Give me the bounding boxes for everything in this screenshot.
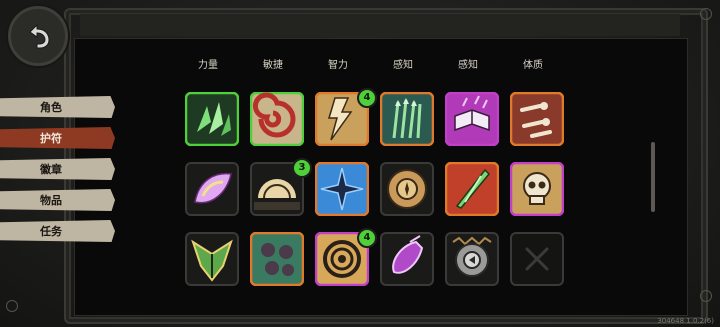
column-header-perception: 感知 bbox=[393, 60, 413, 71]
charm-slot[interactable] bbox=[315, 162, 369, 216]
column-header-strength: 力量 bbox=[198, 60, 218, 71]
magic-book-icon bbox=[445, 92, 499, 146]
version-label: 304648 1.0.2(6) bbox=[657, 317, 714, 325]
level-badge: 4 bbox=[357, 88, 377, 108]
side-menu-item-label: 任务 bbox=[40, 225, 62, 238]
back-button[interactable] bbox=[8, 6, 68, 66]
column-headers: 力量 敏捷 智力 感知 感知 体质 bbox=[176, 56, 576, 72]
charm-slot[interactable] bbox=[510, 92, 564, 146]
green-skulls-pattern-icon bbox=[250, 232, 304, 286]
charm-slot[interactable] bbox=[250, 92, 304, 146]
charm-slot[interactable] bbox=[445, 162, 499, 216]
skull-icon bbox=[510, 162, 564, 216]
column-header-perception-2: 感知 bbox=[458, 60, 478, 71]
column-header-agility: 敏捷 bbox=[263, 60, 283, 71]
corner-ornament bbox=[700, 290, 712, 302]
side-menu: 角色 护符 徽章 物品 任务 bbox=[0, 96, 120, 251]
green-crystal-shards-icon bbox=[185, 92, 239, 146]
level-badge: 3 bbox=[292, 158, 312, 178]
top-band bbox=[80, 14, 680, 36]
charm-slot[interactable] bbox=[380, 232, 434, 286]
green-blade-icon bbox=[445, 162, 499, 216]
charm-slot[interactable] bbox=[185, 232, 239, 286]
side-menu-item-items[interactable]: 物品 bbox=[0, 189, 115, 211]
side-menu-item-label: 物品 bbox=[40, 194, 62, 207]
side-menu-item-charm[interactable]: 护符 bbox=[0, 127, 115, 149]
column-header-intelligence: 智力 bbox=[328, 60, 348, 71]
side-menu-item-label: 护符 bbox=[40, 132, 62, 145]
purple-potion-icon bbox=[380, 232, 434, 286]
back-arrow-icon bbox=[29, 23, 50, 49]
golden-compass-icon bbox=[380, 162, 434, 216]
empty-slot-x-icon bbox=[510, 232, 564, 286]
charm-slot[interactable] bbox=[380, 92, 434, 146]
charm-slot[interactable] bbox=[510, 162, 564, 216]
corner-ornament bbox=[6, 300, 18, 312]
charm-slot[interactable] bbox=[445, 232, 499, 286]
silver-medallion-icon bbox=[445, 232, 499, 286]
level-badge: 4 bbox=[357, 228, 377, 248]
side-menu-item-badge[interactable]: 徽章 bbox=[0, 158, 115, 180]
side-menu-item-label: 徽章 bbox=[40, 163, 62, 176]
bone-limbs-icon bbox=[510, 92, 564, 146]
charm-slot[interactable] bbox=[380, 162, 434, 216]
side-menu-item-label: 角色 bbox=[40, 101, 62, 114]
charm-slot[interactable] bbox=[185, 92, 239, 146]
red-swirl-vortex-icon bbox=[250, 92, 304, 146]
scrollbar[interactable] bbox=[651, 142, 655, 212]
pink-eye-crystal-icon bbox=[185, 162, 239, 216]
charm-slot[interactable] bbox=[250, 232, 304, 286]
blue-star-shuriken-icon bbox=[315, 162, 369, 216]
corner-ornament bbox=[700, 8, 712, 20]
side-menu-item-character[interactable]: 角色 bbox=[0, 96, 115, 118]
charm-slot[interactable] bbox=[445, 92, 499, 146]
column-header-constitution: 体质 bbox=[523, 60, 543, 71]
green-arrows-icon bbox=[380, 92, 434, 146]
charm-slot[interactable] bbox=[185, 162, 239, 216]
side-menu-item-quests[interactable]: 任务 bbox=[0, 220, 115, 242]
charm-slot-empty[interactable] bbox=[510, 232, 564, 286]
green-mask-icon bbox=[185, 232, 239, 286]
